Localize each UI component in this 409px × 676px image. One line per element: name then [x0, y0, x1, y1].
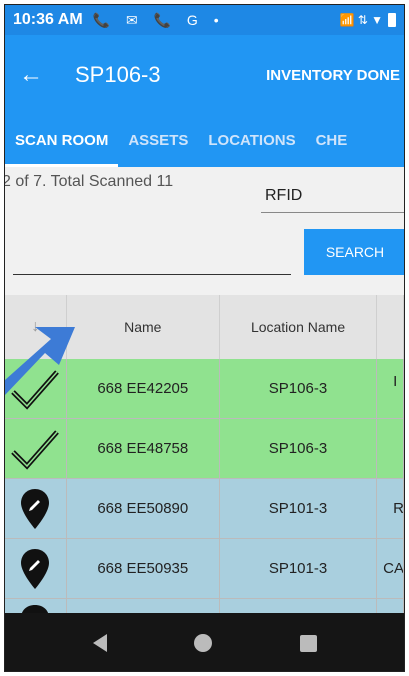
- location-name: SP106-3: [220, 359, 378, 418]
- column-header-extra[interactable]: [377, 295, 404, 359]
- location-name: SP101-3: [220, 479, 378, 538]
- nav-home-icon[interactable]: [194, 634, 212, 652]
- checkmark-icon: [11, 429, 60, 470]
- status-bar: 10:36 AM 📞 ✉ 📞 G • 📶 ⇅ ▼: [5, 5, 404, 35]
- back-arrow-icon[interactable]: ←: [5, 61, 57, 89]
- table-row[interactable]: 668 EE48758 SP106-3: [5, 419, 404, 479]
- asset-name: 668 EE42205: [67, 359, 220, 418]
- status-cell: [5, 359, 67, 418]
- table-row[interactable]: 668 EE50935 SP101-3 CA: [5, 539, 404, 599]
- column-header-location[interactable]: Location Name: [220, 295, 378, 359]
- sort-column-header[interactable]: ↓: [5, 295, 67, 359]
- battery-icon: [388, 13, 396, 27]
- nav-back-icon[interactable]: [92, 634, 107, 652]
- location-pin-edit-icon: [21, 548, 50, 589]
- location-name: SP101-3: [220, 539, 378, 598]
- table-row[interactable]: 668 EE42205 SP106-3 I: [5, 359, 404, 419]
- android-nav-bar: [5, 613, 404, 671]
- notification-icons: 📞 ✉ 📞 G •: [92, 11, 225, 28]
- extra-cell: I: [377, 359, 404, 418]
- nav-recents-icon[interactable]: [299, 634, 317, 652]
- scan-mode-select[interactable]: RFID: [261, 177, 404, 213]
- checkmark-icon: [11, 369, 60, 410]
- extra-cell: [377, 419, 404, 478]
- sort-down-arrow-icon: ↓: [31, 318, 40, 335]
- location-pin-edit-icon: [21, 488, 50, 529]
- scan-count-text: 2 of 7. Total Scanned 11: [4, 173, 174, 190]
- tab-che[interactable]: CHE: [306, 115, 358, 167]
- inventory-done-button[interactable]: INVENTORY DONE: [266, 67, 400, 84]
- status-time: 10:36 AM: [13, 11, 83, 28]
- status-cell: [5, 419, 67, 478]
- location-name: SP106-3: [220, 419, 378, 478]
- tab-assets[interactable]: ASSETS: [118, 115, 198, 167]
- status-cell: [5, 539, 67, 598]
- app-bar: ← SP106-3 INVENTORY DONE: [5, 35, 404, 115]
- extra-cell: CA: [377, 539, 404, 598]
- tab-bar: SCAN ROOM ASSETS LOCATIONS CHE: [5, 115, 404, 167]
- page-title: SP106-3: [75, 62, 161, 87]
- scan-panel: 2 of 7. Total Scanned 11 RFID SEARCH: [5, 167, 404, 295]
- tab-locations[interactable]: LOCATIONS: [198, 115, 305, 167]
- signal-icon: 📶 ⇅ ▼: [339, 13, 383, 27]
- asset-name: 668 EE50935: [67, 539, 220, 598]
- tab-scan-room[interactable]: SCAN ROOM: [5, 115, 119, 167]
- system-icons: 📶 ⇅ ▼: [339, 13, 396, 27]
- app-window: 10:36 AM 📞 ✉ 📞 G • 📶 ⇅ ▼ ← SP106-3 INVEN…: [4, 4, 405, 672]
- asset-name: 668 EE50890: [67, 479, 220, 538]
- table-header: ↓ Name Location Name: [5, 295, 404, 359]
- column-header-name[interactable]: Name: [67, 295, 220, 359]
- search-button[interactable]: SEARCH: [304, 229, 404, 275]
- asset-name: 668 EE48758: [67, 419, 220, 478]
- status-cell: [5, 479, 67, 538]
- extra-cell: R: [377, 479, 404, 538]
- search-input[interactable]: [13, 243, 291, 275]
- table-row[interactable]: 668 EE50890 SP101-3 R: [5, 479, 404, 539]
